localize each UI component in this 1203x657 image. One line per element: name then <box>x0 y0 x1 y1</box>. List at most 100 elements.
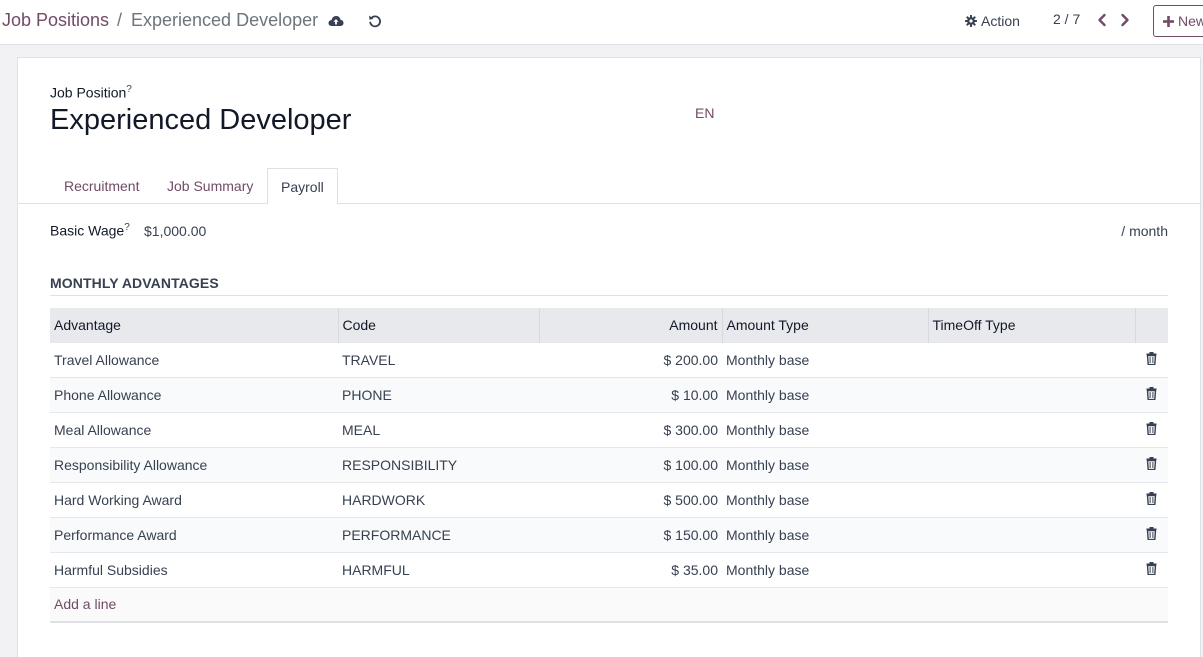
basic-wage-label: Basic Wage? <box>50 222 130 239</box>
timeoff-type-cell[interactable] <box>928 481 1135 517</box>
advantage-cell[interactable]: Responsibility Allowance <box>50 446 338 482</box>
advantage-cell[interactable]: Performance Award <box>50 516 338 552</box>
delete-row-button[interactable] <box>1135 446 1168 482</box>
plus-icon <box>1163 15 1174 27</box>
advantage-cell[interactable]: Hard Working Award <box>50 481 338 517</box>
translate-language-button[interactable]: EN <box>695 105 714 121</box>
amount-type-cell[interactable]: Monthly base <box>722 516 928 552</box>
breadcrumb-job-positions[interactable]: Job Positions <box>2 10 109 31</box>
table-row[interactable]: Harmful Subsidies HARMFUL $ 35.00 Monthly b… <box>50 551 1168 587</box>
table-footer <box>50 621 1168 626</box>
tab-recruitment[interactable]: Recruitment <box>64 168 139 204</box>
amount-type-cell[interactable]: Monthly base <box>722 376 928 412</box>
help-tooltip-mark[interactable]: ? <box>126 84 132 95</box>
code-cell[interactable]: HARMFUL <box>338 551 539 587</box>
amount-type-cell[interactable]: Monthly base <box>722 551 928 587</box>
control-panel: Job Positions / Experienced Developer Ac… <box>0 0 1203 45</box>
column-header-code[interactable]: Code <box>337 308 539 342</box>
action-menu-button[interactable]: Action <box>965 11 1020 31</box>
cloud-upload-icon <box>328 16 344 26</box>
advantage-cell[interactable]: Phone Allowance <box>50 376 338 412</box>
help-tooltip-mark[interactable]: ? <box>124 222 130 233</box>
job-position-label: Job Position? <box>50 84 132 101</box>
advantages-table: Advantage Code Amount Amount Type TimeOf… <box>50 308 1168 626</box>
add-line-link[interactable]: Add a line <box>50 586 1168 622</box>
delete-row-button[interactable] <box>1135 341 1168 377</box>
add-line-row: Add a line <box>50 586 1168 622</box>
delete-row-button[interactable] <box>1135 551 1168 587</box>
save-button[interactable] <box>325 10 347 32</box>
wage-unit-label: / month <box>1121 223 1168 239</box>
table-row[interactable]: Performance Award PERFORMANCE $ 150.00 Mont… <box>50 516 1168 552</box>
table-row[interactable]: Responsibility Allowance RESPONSIBILITY $ … <box>50 446 1168 482</box>
code-cell[interactable]: RESPONSIBILITY <box>338 446 539 482</box>
amount-cell[interactable]: $ 150.00 <box>539 516 722 552</box>
code-cell[interactable]: TRAVEL <box>338 341 539 377</box>
undo-icon <box>369 15 381 28</box>
delete-row-button[interactable] <box>1135 376 1168 412</box>
trash-icon <box>1146 386 1157 403</box>
amount-type-cell[interactable]: Monthly base <box>722 446 928 482</box>
trash-icon <box>1146 456 1157 473</box>
advantage-cell[interactable]: Meal Allowance <box>50 411 338 447</box>
pager-value[interactable]: 2 / 7 <box>1053 11 1080 27</box>
job-position-name-field[interactable]: Experienced Developer <box>50 104 351 137</box>
delete-row-button[interactable] <box>1135 481 1168 517</box>
chevron-left-icon <box>1098 13 1106 27</box>
timeoff-type-cell[interactable] <box>928 446 1135 482</box>
table-header-row: Advantage Code Amount Amount Type TimeOf… <box>50 308 1168 342</box>
table-row[interactable]: Phone Allowance PHONE $ 10.00 Monthly base <box>50 376 1168 412</box>
delete-row-button[interactable] <box>1135 411 1168 447</box>
code-cell[interactable]: PHONE <box>338 376 539 412</box>
action-label: Action <box>981 13 1020 29</box>
delete-row-button[interactable] <box>1135 516 1168 552</box>
timeoff-type-cell[interactable] <box>928 376 1135 412</box>
advantage-cell[interactable]: Travel Allowance <box>50 341 338 377</box>
advantage-cell[interactable]: Harmful Subsidies <box>50 551 338 587</box>
timeoff-type-cell[interactable] <box>928 411 1135 447</box>
amount-cell[interactable]: $ 300.00 <box>539 411 722 447</box>
breadcrumb-current: Experienced Developer <box>131 10 319 30</box>
column-header-amount-type[interactable]: Amount Type <box>721 308 928 342</box>
code-cell[interactable]: MEAL <box>338 411 539 447</box>
basic-wage-field[interactable]: $1,000.00 <box>144 223 206 239</box>
timeoff-type-cell[interactable] <box>928 551 1135 587</box>
code-cell[interactable]: PERFORMANCE <box>338 516 539 552</box>
new-label: New <box>1178 13 1203 29</box>
amount-cell[interactable]: $ 500.00 <box>539 481 722 517</box>
column-header-advantage[interactable]: Advantage <box>50 308 338 342</box>
tab-job-summary[interactable]: Job Summary <box>167 168 253 204</box>
trash-icon <box>1146 526 1157 543</box>
amount-type-cell[interactable]: Monthly base <box>722 341 928 377</box>
new-button[interactable]: New <box>1153 5 1203 37</box>
pager-next-button[interactable] <box>1114 9 1136 31</box>
amount-type-cell[interactable]: Monthly base <box>722 411 928 447</box>
discard-button[interactable] <box>364 10 386 32</box>
monthly-advantages-title: MONTHLY ADVANTAGES <box>50 275 1168 296</box>
trash-icon <box>1146 561 1157 578</box>
breadcrumb-separator: / <box>117 10 123 30</box>
tab-payroll[interactable]: Payroll <box>267 168 338 205</box>
amount-cell[interactable]: $ 200.00 <box>539 341 722 377</box>
amount-cell[interactable]: $ 35.00 <box>539 551 722 587</box>
column-header-amount[interactable]: Amount <box>538 308 722 342</box>
notebook-tabs: Recruitment Job Summary Payroll <box>18 168 1202 205</box>
amount-cell[interactable]: $ 100.00 <box>539 446 722 482</box>
chevron-right-icon <box>1121 13 1129 27</box>
amount-cell[interactable]: $ 10.00 <box>539 376 722 412</box>
code-cell[interactable]: HARDWORK <box>338 481 539 517</box>
table-row[interactable]: Travel Allowance TRAVEL $ 200.00 Monthly ba… <box>50 341 1168 377</box>
table-row[interactable]: Hard Working Award HARDWORK $ 500.00 Monthl… <box>50 481 1168 517</box>
form-sheet: Job Position? Experienced Developer EN R… <box>17 57 1202 657</box>
trash-icon <box>1146 351 1157 368</box>
column-header-timeoff-type[interactable]: TimeOff Type <box>927 308 1135 342</box>
trash-icon <box>1146 491 1157 508</box>
gear-icon <box>965 15 977 27</box>
trash-icon <box>1146 421 1157 438</box>
timeoff-type-cell[interactable] <box>928 516 1135 552</box>
timeoff-type-cell[interactable] <box>928 341 1135 377</box>
table-row[interactable]: Meal Allowance MEAL $ 300.00 Monthly base <box>50 411 1168 447</box>
amount-type-cell[interactable]: Monthly base <box>722 481 928 517</box>
column-header-actions <box>1134 308 1168 342</box>
pager-previous-button[interactable] <box>1091 9 1113 31</box>
